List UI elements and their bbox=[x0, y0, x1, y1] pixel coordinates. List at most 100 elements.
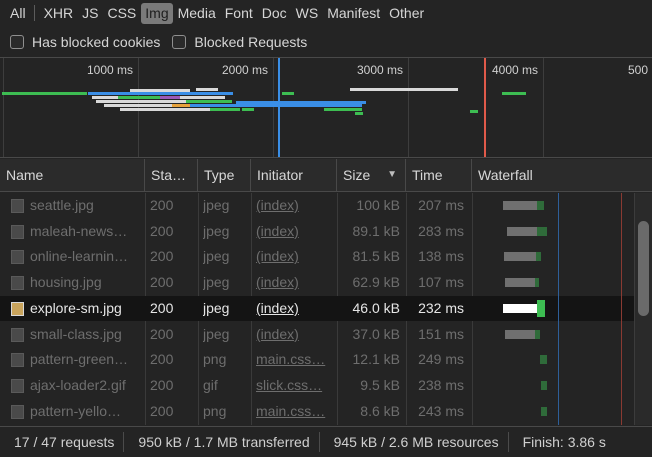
request-name: pattern-yello… bbox=[30, 402, 122, 419]
column-header-status[interactable]: Sta… bbox=[145, 159, 198, 191]
overview-request-bar bbox=[88, 92, 233, 95]
waterfall-load-line bbox=[621, 193, 622, 425]
request-initiator-link[interactable]: (index) bbox=[256, 270, 334, 295]
column-header-size[interactable]: Size ▼ bbox=[337, 159, 406, 191]
overview-tick-label: 500 bbox=[628, 63, 649, 77]
waterfall-download-bar bbox=[541, 380, 547, 390]
request-initiator-link[interactable]: slick.css… bbox=[256, 373, 334, 398]
column-header-type[interactable]: Type bbox=[198, 159, 251, 191]
timeline-overview[interactable]: 1000 ms 2000 ms 3000 ms 4000 ms 500 bbox=[0, 57, 652, 158]
overview-request-bar bbox=[242, 108, 254, 111]
filter-ws[interactable]: WS bbox=[292, 3, 323, 24]
overview-request-bar bbox=[236, 101, 366, 104]
image-file-icon bbox=[11, 199, 24, 213]
checkbox-box[interactable] bbox=[172, 35, 187, 49]
request-type: png bbox=[203, 402, 227, 419]
filter-doc[interactable]: Doc bbox=[258, 3, 291, 24]
checkbox-box[interactable] bbox=[10, 35, 24, 49]
request-initiator-link[interactable]: (index) bbox=[256, 219, 334, 244]
filter-separator bbox=[33, 5, 35, 21]
table-row[interactable]: small-class.jpg 200 jpeg (index) 37.0 kB 151 … bbox=[0, 322, 634, 348]
table-row[interactable]: ajax-loader2.gif 200 gif slick.css… 9.5 kB 23… bbox=[0, 373, 634, 399]
request-time: 207 ms bbox=[418, 197, 464, 213]
table-row[interactable]: maleah-news… 200 jpeg (index) 89.1 kB 283 ms bbox=[0, 219, 634, 245]
overview-request-bar bbox=[350, 88, 458, 91]
request-size: 81.5 kB bbox=[352, 248, 400, 265]
waterfall-waiting-bar bbox=[507, 226, 537, 236]
filter-other[interactable]: Other bbox=[385, 3, 428, 24]
waterfall-waiting-bar bbox=[505, 329, 535, 339]
column-header-initiator[interactable]: Initiator bbox=[251, 159, 337, 191]
overview-gridline bbox=[408, 58, 409, 157]
request-initiator-link[interactable]: (index) bbox=[256, 296, 334, 321]
waterfall-download-bar bbox=[535, 329, 540, 339]
checkbox-label: Has blocked cookies bbox=[32, 34, 161, 50]
filter-js[interactable]: JS bbox=[78, 3, 102, 24]
image-file-icon bbox=[11, 301, 24, 316]
overview-load-line bbox=[484, 58, 486, 157]
table-row[interactable]: explore-sm.jpg 200 jpeg (index) 46.0 kB 232 m… bbox=[0, 295, 634, 322]
overview-request-bar bbox=[502, 92, 526, 95]
table-row[interactable]: pattern-green… 200 png main.css… 12.1 kB 249 … bbox=[0, 347, 634, 373]
request-initiator-link[interactable]: (index) bbox=[256, 193, 334, 218]
waterfall-download-bar bbox=[536, 252, 541, 262]
request-initiator-link[interactable]: (index) bbox=[256, 322, 334, 347]
request-name: pattern-green… bbox=[30, 351, 129, 368]
request-status: 200 bbox=[150, 402, 174, 419]
request-initiator-link[interactable]: (index) bbox=[256, 244, 334, 269]
filter-xhr[interactable]: XHR bbox=[40, 3, 78, 24]
overview-tick-label: 2000 ms bbox=[222, 63, 269, 77]
filter-bar: All XHR JS CSS Img Media Font Doc WS Manifest Othe… bbox=[0, 0, 652, 26]
scrollbar-thumb[interactable] bbox=[638, 221, 649, 316]
request-type: gif bbox=[203, 376, 218, 393]
filter-manifest[interactable]: Manifest bbox=[323, 3, 384, 24]
table-row[interactable]: seattle.jpg 200 jpeg (index) 100 kB 207 ms bbox=[0, 193, 634, 219]
waterfall-download-bar bbox=[541, 406, 547, 416]
request-size: 12.1 kB bbox=[352, 351, 400, 368]
blocked-requests-checkbox[interactable]: Blocked Requests bbox=[172, 34, 307, 50]
filter-img[interactable]: Img bbox=[141, 2, 173, 24]
filter-css[interactable]: CSS bbox=[103, 3, 140, 24]
request-time: 138 ms bbox=[418, 248, 464, 265]
request-time: 107 ms bbox=[418, 274, 464, 291]
column-header-waterfall[interactable]: Waterfall bbox=[472, 159, 652, 191]
overview-tick-label: 1000 ms bbox=[87, 63, 134, 77]
request-time: 238 ms bbox=[418, 376, 464, 393]
request-initiator-link[interactable]: main.css… bbox=[256, 399, 334, 424]
overview-request-bar bbox=[186, 100, 232, 103]
request-name: maleah-news… bbox=[30, 222, 128, 239]
overview-request-bar bbox=[130, 89, 190, 92]
filter-all[interactable]: All bbox=[6, 3, 30, 24]
overview-request-bar bbox=[172, 104, 190, 107]
overview-request-bar bbox=[104, 104, 172, 107]
checkbox-label: Blocked Requests bbox=[194, 34, 308, 50]
image-file-icon bbox=[11, 224, 24, 239]
request-name: online-learnin… bbox=[30, 248, 129, 265]
table-scrollbar[interactable] bbox=[634, 193, 652, 425]
image-file-icon bbox=[11, 404, 24, 419]
column-header-name[interactable]: Name bbox=[0, 159, 145, 191]
request-status: 200 bbox=[150, 325, 174, 342]
overview-request-bar bbox=[190, 104, 230, 107]
overview-request-bar bbox=[355, 112, 363, 115]
table-row[interactable]: pattern-yello… 200 png main.css… 8.6 kB 243 m… bbox=[0, 399, 634, 425]
table-row[interactable]: housing.jpg 200 jpeg (index) 62.9 kB 107 ms bbox=[0, 270, 634, 296]
request-type: jpeg bbox=[203, 222, 230, 239]
overview-dom-content-loaded-line bbox=[278, 58, 280, 157]
has-blocked-cookies-checkbox[interactable]: Has blocked cookies bbox=[10, 34, 160, 50]
overview-gridline bbox=[273, 58, 274, 157]
filter-font[interactable]: Font bbox=[221, 3, 257, 24]
request-name: seattle.jpg bbox=[30, 197, 94, 213]
request-type: jpeg bbox=[203, 197, 230, 213]
table-row[interactable]: online-learnin… 200 jpeg (index) 81.5 kB 138 … bbox=[0, 244, 634, 270]
request-time: 283 ms bbox=[418, 222, 464, 239]
request-status: 200 bbox=[150, 299, 174, 316]
waterfall-download-bar bbox=[537, 299, 545, 317]
waterfall-dom-content-loaded-line bbox=[558, 193, 559, 425]
request-initiator-link[interactable]: main.css… bbox=[256, 347, 334, 372]
overview-request-bar bbox=[230, 104, 362, 107]
column-header-size-label: Size bbox=[343, 167, 371, 183]
column-header-time[interactable]: Time bbox=[406, 159, 472, 191]
request-size: 8.6 kB bbox=[360, 402, 400, 419]
filter-media[interactable]: Media bbox=[174, 3, 220, 24]
